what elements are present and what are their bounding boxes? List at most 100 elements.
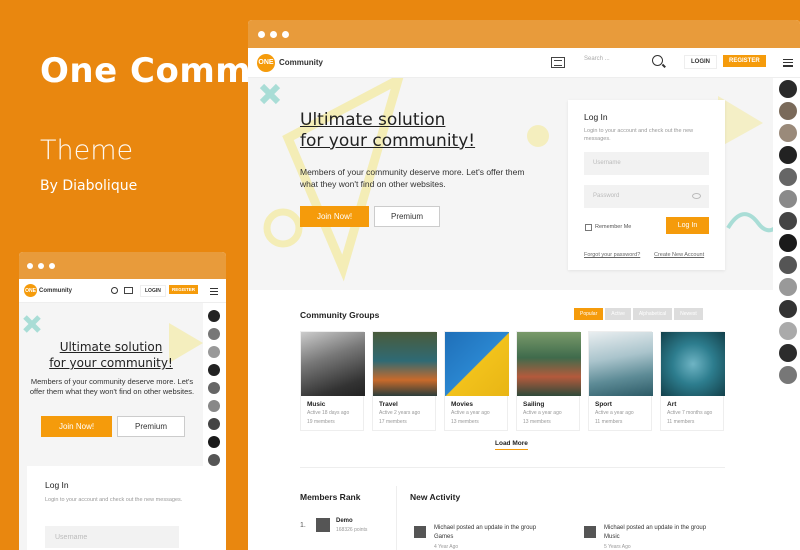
username-field[interactable]: Username <box>584 152 709 175</box>
activity-group-link[interactable]: Games <box>434 533 584 542</box>
login-title: Log In <box>584 112 608 122</box>
hero-headline: Ultimate solution for your community! <box>300 110 475 152</box>
group-card-art[interactable]: Art Active 7 months ago 11 members <box>660 331 725 431</box>
hamburger-menu-icon[interactable] <box>210 288 218 297</box>
forgot-password-link[interactable]: Forgot your password? <box>584 252 640 258</box>
group-card-movies[interactable]: Movies Active a year ago 13 members <box>444 331 509 431</box>
create-account-link[interactable]: Create New Account <box>654 252 704 258</box>
avatar[interactable] <box>779 234 797 252</box>
window-titlebar <box>19 252 226 279</box>
group-image <box>445 332 509 396</box>
activity-text: Michael posted an update in the group <box>434 525 537 531</box>
avatar[interactable] <box>779 168 797 186</box>
avatar[interactable] <box>779 256 797 274</box>
avatar[interactable] <box>779 80 797 98</box>
groups-tabs: Popular Active Alphabetical Newest <box>574 308 703 320</box>
premium-button[interactable]: Premium <box>117 416 185 437</box>
activity-item: Michael posted an update in the group Ga… <box>434 524 584 542</box>
activity-group-link[interactable]: Music <box>604 533 754 542</box>
logo-badge: ONE <box>24 284 37 297</box>
site-logo[interactable]: ONE Community <box>24 284 72 297</box>
username-field[interactable]: Username <box>45 526 179 548</box>
group-name: Music <box>307 401 326 408</box>
avatar[interactable] <box>208 436 220 448</box>
window-titlebar <box>248 20 800 48</box>
groups-title: Community Groups <box>300 310 380 320</box>
hero-headline: Ultimate solution for your community! <box>19 339 203 371</box>
register-button[interactable]: REGISTER <box>723 55 766 67</box>
activity-text: Michael posted an update in the group <box>604 525 707 531</box>
site-header: ONE Community LOGIN REGISTER <box>19 279 226 303</box>
hero-section: Ultimate solution for your community! Me… <box>248 78 773 290</box>
window-dot-icon <box>38 262 44 269</box>
avatar[interactable] <box>779 366 797 384</box>
eye-icon[interactable] <box>692 193 701 199</box>
page-content: Ultimate solution for your community! Me… <box>19 303 203 550</box>
join-now-button[interactable]: Join Now! <box>300 206 369 227</box>
group-card-travel[interactable]: Travel Active 2 years ago 17 members <box>372 331 437 431</box>
avatar[interactable] <box>779 322 797 340</box>
avatar[interactable] <box>316 518 330 532</box>
avatar[interactable] <box>779 212 797 230</box>
tab-popular[interactable]: Popular <box>574 308 604 320</box>
activity-time: 4 Year Ago <box>434 544 459 550</box>
tab-alphabetical[interactable]: Alphabetical <box>632 308 673 320</box>
avatar[interactable] <box>208 382 220 394</box>
avatar[interactable] <box>208 400 220 412</box>
site-logo[interactable]: ONE Community <box>257 53 323 72</box>
remember-me-checkbox[interactable] <box>585 224 592 231</box>
avatar[interactable] <box>779 190 797 208</box>
login-subtitle: Login to your account and check out the … <box>45 497 183 503</box>
tab-newest[interactable]: Newest <box>674 308 703 320</box>
login-card: Log In Login to your account and check o… <box>568 100 725 270</box>
group-card-music[interactable]: Music Active 18 days ago 19 members <box>300 331 365 431</box>
login-button[interactable]: LOGIN <box>684 55 717 69</box>
group-image <box>517 332 581 396</box>
group-name: Movies <box>451 401 474 408</box>
avatar[interactable] <box>414 526 426 538</box>
rank-member-name[interactable]: Demo <box>336 518 353 524</box>
logo-badge: ONE <box>257 53 275 72</box>
avatar[interactable] <box>779 300 797 318</box>
group-cards: Music Active 18 days ago 19 members Trav… <box>300 331 725 431</box>
group-active: Active a year ago <box>523 410 562 416</box>
member-avatar-column <box>205 310 225 472</box>
rank-number: 1. <box>300 522 306 529</box>
search-icon[interactable] <box>111 287 118 294</box>
group-active: Active 7 months ago <box>667 410 713 416</box>
tab-active[interactable]: Active <box>605 308 631 320</box>
avatar[interactable] <box>779 344 797 362</box>
group-active: Active a year ago <box>595 410 634 416</box>
avatar[interactable] <box>208 346 220 358</box>
group-name: Art <box>667 401 677 408</box>
avatar[interactable] <box>779 102 797 120</box>
group-active: Active 2 years ago <box>379 410 421 416</box>
login-button[interactable]: LOGIN <box>140 285 166 297</box>
newspaper-icon[interactable] <box>551 57 565 68</box>
register-button[interactable]: REGISTER <box>169 285 199 294</box>
activity-time: 5 Years Ago <box>604 544 631 550</box>
group-card-sailing[interactable]: Sailing Active a year ago 13 members <box>516 331 581 431</box>
login-submit-button[interactable]: Log In <box>666 217 709 234</box>
load-more-button[interactable]: Load More <box>495 440 528 450</box>
password-field[interactable]: Password <box>584 185 709 208</box>
group-members: 13 members <box>451 419 479 425</box>
avatar[interactable] <box>584 526 596 538</box>
newspaper-icon[interactable] <box>124 287 133 294</box>
avatar[interactable] <box>779 278 797 296</box>
join-now-button[interactable]: Join Now! <box>41 416 112 437</box>
section-divider <box>300 467 725 468</box>
avatar[interactable] <box>208 310 220 322</box>
avatar[interactable] <box>779 146 797 164</box>
group-card-sport[interactable]: Sport Active a year ago 11 members <box>588 331 653 431</box>
avatar[interactable] <box>208 418 220 430</box>
premium-button[interactable]: Premium <box>374 206 440 227</box>
group-members: 11 members <box>667 419 695 425</box>
avatar[interactable] <box>779 124 797 142</box>
avatar[interactable] <box>208 454 220 466</box>
search-icon[interactable] <box>652 55 663 66</box>
avatar[interactable] <box>208 328 220 340</box>
hamburger-menu-icon[interactable] <box>783 59 793 69</box>
hero-headline-line1: Ultimate solution <box>59 340 163 354</box>
avatar[interactable] <box>208 364 220 376</box>
